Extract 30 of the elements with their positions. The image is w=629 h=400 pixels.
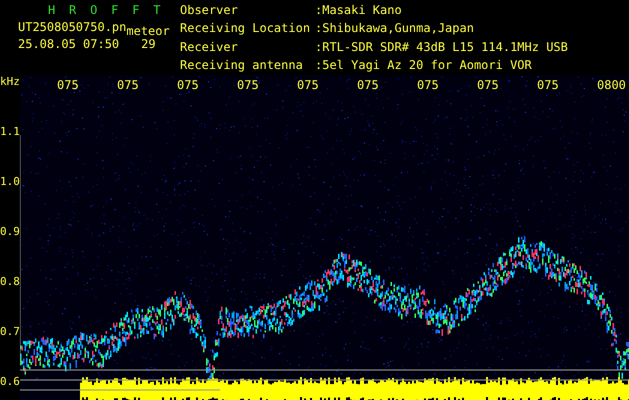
- file-name: UT2508050750.pn: [18, 19, 126, 36]
- info-label: Receiving antenna: [180, 56, 304, 74]
- y-axis-label: 0.7: [0, 325, 20, 338]
- x-axis-label: 075: [417, 78, 440, 92]
- x-axis-label: 075: [117, 78, 140, 92]
- x-axis-label: 0800: [597, 78, 627, 92]
- timestamp: 25.08.05 07:50: [18, 36, 120, 53]
- info-value: :RTL-SDR SDR# 43dB L15 114.1MHz USB: [315, 38, 568, 56]
- x-axis-label: 075: [477, 78, 500, 92]
- x-axis-label: 075: [297, 78, 320, 92]
- app-title: H R O F F T: [47, 2, 165, 19]
- y-axis-unit: kHz: [0, 75, 20, 88]
- file-type-label: meteor: [126, 23, 170, 39]
- x-axis-label: 075: [177, 78, 200, 92]
- x-axis-label: 075: [357, 78, 380, 92]
- info-value: :5el Yagi Az 20 for Aomori VOR: [315, 56, 533, 74]
- y-axis-label: 0.8: [0, 275, 20, 288]
- y-axis-label: 1.1: [0, 125, 20, 138]
- x-axis-label: 075: [57, 78, 80, 92]
- info-label: Receiving Location: [180, 20, 312, 38]
- y-axis-label: 0.6: [0, 375, 20, 388]
- y-axis-label: 1.0: [0, 175, 20, 188]
- info-label: Receiver: [180, 38, 239, 56]
- info-label: Observer: [180, 2, 239, 19]
- x-axis-label: 075: [537, 78, 560, 92]
- info-value: :Shibukawa,Gunma,Japan: [315, 20, 475, 38]
- y-axis-label: 0.9: [0, 225, 20, 238]
- x-axis-label: 075: [237, 78, 260, 92]
- info-value: :Masaki Kano: [315, 2, 403, 19]
- meteor-count: 29: [141, 36, 156, 53]
